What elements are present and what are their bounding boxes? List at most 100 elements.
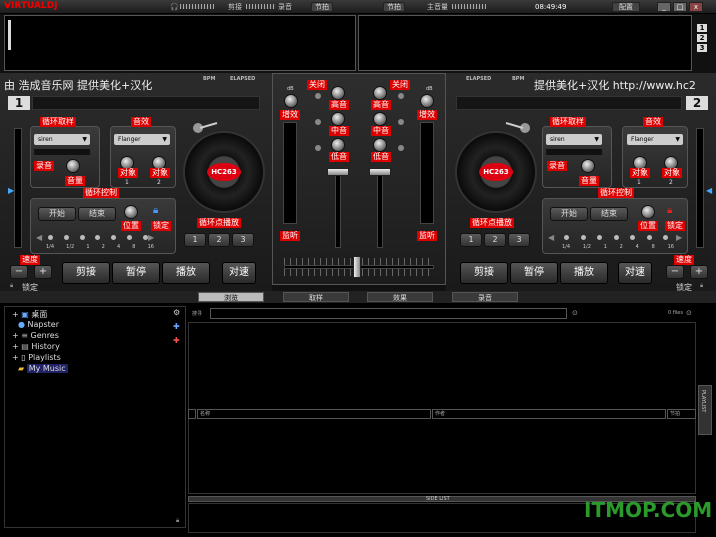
mixer-monitor-right[interactable]: 监听 bbox=[417, 231, 437, 241]
left-loop-start-button[interactable]: 开始 bbox=[38, 207, 76, 221]
left-sync-button[interactable]: 对速 bbox=[222, 262, 256, 284]
left-pitch-plus-button[interactable]: + bbox=[34, 265, 52, 279]
tree-item-playlists[interactable]: + ▯ Playlists bbox=[12, 353, 61, 362]
col-checkbox[interactable] bbox=[188, 409, 196, 419]
col-artist[interactable]: 作者 bbox=[432, 409, 666, 419]
mixer-kill-low-right[interactable] bbox=[398, 145, 404, 151]
right-cue-2-button[interactable]: 2 bbox=[484, 233, 506, 247]
tree-item-desktop[interactable]: + ▣ 桌面 bbox=[12, 309, 47, 320]
mixer-fader-handle-left[interactable] bbox=[327, 168, 349, 176]
add-folder-icon[interactable]: ✚ bbox=[173, 322, 180, 331]
maximize-button[interactable]: □ bbox=[673, 2, 687, 12]
left-rec-button[interactable]: 录音 bbox=[34, 161, 54, 171]
left-loop-position-knob[interactable] bbox=[124, 205, 138, 219]
mixer-kill-high-right[interactable] bbox=[398, 93, 404, 99]
mixer-kill-mid-left[interactable] bbox=[315, 119, 321, 125]
right-rec-button[interactable]: 录音 bbox=[547, 161, 567, 171]
left-play-button[interactable]: 播放 bbox=[162, 262, 210, 284]
tree-item-history[interactable]: + ▤ History bbox=[12, 342, 60, 351]
minimize-button[interactable]: _ bbox=[657, 2, 671, 12]
right-cue-1-button[interactable]: 1 bbox=[460, 233, 482, 247]
mixer-high-knob-left[interactable] bbox=[331, 86, 345, 100]
mixer-low-knob-left[interactable] bbox=[331, 138, 345, 152]
mixer-kill-mid-right[interactable] bbox=[398, 119, 404, 125]
remove-folder-icon[interactable]: ✚ bbox=[173, 336, 180, 345]
mixer-kill-right[interactable]: 关闭 bbox=[390, 80, 410, 90]
left-loop-next-icon[interactable]: ▶ bbox=[148, 233, 154, 242]
config-button[interactable]: 配置 bbox=[612, 2, 640, 12]
right-sample-volume-knob[interactable] bbox=[581, 159, 595, 173]
right-pitch-plus-button[interactable]: + bbox=[690, 265, 708, 279]
right-loop-start-button[interactable]: 开始 bbox=[550, 207, 588, 221]
right-pitch-minus-button[interactable]: − bbox=[666, 265, 684, 279]
right-loop-end-button[interactable]: 结束 bbox=[590, 207, 628, 221]
mixer-low-knob-right[interactable] bbox=[373, 138, 387, 152]
right-loop-sample-select[interactable]: siren bbox=[546, 134, 602, 145]
search-option-icon[interactable]: ⊙ bbox=[572, 309, 578, 317]
left-loop-prev-icon[interactable]: ◀ bbox=[36, 233, 42, 242]
left-loop-end-button[interactable]: 结束 bbox=[78, 207, 116, 221]
mixer-kill-low-left[interactable] bbox=[315, 145, 321, 151]
mixer-volume-fader-left[interactable] bbox=[335, 168, 341, 248]
right-speed-lock-icon[interactable]: 🔒︎ bbox=[700, 282, 703, 290]
record-label[interactable]: 录音 bbox=[278, 2, 292, 12]
mixer-high-knob-right[interactable] bbox=[373, 86, 387, 100]
master-volume-meter[interactable] bbox=[452, 4, 486, 9]
left-effect-select[interactable]: Flanger bbox=[114, 134, 170, 145]
folder-settings-icon[interactable]: ⚙ bbox=[173, 308, 180, 317]
headphone-volume-meter[interactable] bbox=[180, 4, 214, 9]
waveform-right[interactable] bbox=[358, 15, 692, 71]
left-loop-sample-select[interactable]: siren bbox=[34, 134, 90, 145]
right-loop-next-icon[interactable]: ▶ bbox=[676, 233, 682, 242]
col-title[interactable]: 名称 bbox=[197, 409, 431, 419]
wave-zoom-3[interactable]: 3 bbox=[697, 44, 707, 52]
left-pitch-slider[interactable] bbox=[14, 128, 22, 248]
tab-sampler[interactable]: 取样 bbox=[283, 292, 349, 302]
right-cut-button[interactable]: 剪接 bbox=[460, 262, 508, 284]
waveform-left[interactable] bbox=[4, 15, 356, 71]
tree-item-napster[interactable]: ● Napster bbox=[18, 320, 59, 329]
mixer-mid-knob-right[interactable] bbox=[373, 112, 387, 126]
tree-item-genres[interactable]: + ≡ Genres bbox=[12, 331, 59, 340]
left-lock-icon[interactable]: 🔒︎ bbox=[153, 205, 158, 216]
beat-button[interactable]: 节拍 bbox=[311, 2, 333, 12]
right-pause-button[interactable]: 暂停 bbox=[510, 262, 558, 284]
tab-record[interactable]: 录音 bbox=[452, 292, 518, 302]
right-loop-dots[interactable] bbox=[564, 235, 668, 241]
left-loop-dots[interactable] bbox=[48, 235, 148, 241]
left-pause-button[interactable]: 暂停 bbox=[112, 262, 160, 284]
right-lock-icon[interactable]: 🔒︎ bbox=[667, 205, 672, 216]
close-button[interactable]: x bbox=[689, 2, 703, 12]
search-input[interactable] bbox=[210, 308, 567, 319]
mixer-fader-handle-right[interactable] bbox=[369, 168, 391, 176]
mixer-kill-left[interactable]: 关闭 bbox=[307, 80, 327, 90]
tree-item-my-music[interactable]: ▰ My Music bbox=[18, 364, 68, 373]
files-option-icon[interactable]: ⊙ bbox=[686, 309, 692, 317]
mixer-monitor-left[interactable]: 监听 bbox=[280, 231, 300, 241]
mixer-kill-high-left[interactable] bbox=[315, 93, 321, 99]
right-pitch-slider[interactable] bbox=[696, 128, 704, 248]
right-effect-select[interactable]: Flanger bbox=[627, 134, 683, 145]
right-sync-button[interactable]: 对速 bbox=[618, 262, 652, 284]
tab-effects[interactable]: 效果 bbox=[367, 292, 433, 302]
crossfader-handle[interactable] bbox=[353, 256, 361, 278]
left-pitch-minus-button[interactable]: − bbox=[10, 265, 28, 279]
mixer-gain-knob-left[interactable] bbox=[284, 94, 298, 108]
left-cut-button[interactable]: 剪接 bbox=[62, 262, 110, 284]
col-bpm[interactable]: 节拍 bbox=[667, 409, 696, 419]
right-loop-position-knob[interactable] bbox=[641, 205, 655, 219]
beat2-button[interactable]: 节拍 bbox=[383, 2, 405, 12]
wave-zoom-1[interactable]: 1 bbox=[697, 24, 707, 32]
left-cue-2-button[interactable]: 2 bbox=[208, 233, 230, 247]
left-speed-lock-icon[interactable]: 🔒︎ bbox=[10, 282, 13, 290]
right-cue-3-button[interactable]: 3 bbox=[508, 233, 530, 247]
left-sample-volume-knob[interactable] bbox=[66, 159, 80, 173]
tab-browse[interactable]: 浏览 bbox=[198, 292, 264, 302]
file-list[interactable] bbox=[188, 322, 696, 494]
mixer-gain-knob-right[interactable] bbox=[420, 94, 434, 108]
right-loop-prev-icon[interactable]: ◀ bbox=[548, 233, 554, 242]
right-play-button[interactable]: 播放 bbox=[560, 262, 608, 284]
mixer-volume-fader-right[interactable] bbox=[377, 168, 383, 248]
tree-lock-icon[interactable]: 🔒︎ bbox=[176, 517, 179, 525]
wave-zoom-2[interactable]: 2 bbox=[697, 34, 707, 42]
